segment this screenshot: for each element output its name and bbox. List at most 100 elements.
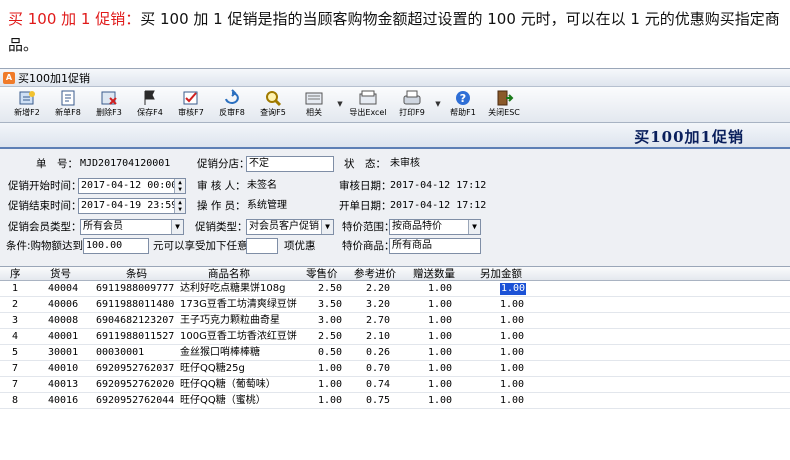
- row-extra-amount[interactable]: 1.00: [500, 377, 524, 393]
- unapprove-button[interactable]: 反审F8: [213, 89, 251, 121]
- table-row[interactable]: 1 40004 6911988009777 达利好吃点糖果饼108g 2.50 2.20 1…: [0, 281, 790, 297]
- row-gift-qty: 1.00: [428, 395, 453, 406]
- start-time-field[interactable]: 2017-04-12 00:00 ▲ ▼: [78, 178, 186, 194]
- order-no-label: 单 号：: [36, 158, 78, 170]
- table-row[interactable]: 7 40013 6920952762020 旺仔QQ糖（葡萄味） 1.00 0.74 1.0…: [0, 377, 790, 393]
- help-icon: ?: [453, 89, 473, 107]
- close-button[interactable]: 关闭ESC: [485, 89, 523, 121]
- member-type-select[interactable]: 所有会员 ▼: [80, 219, 184, 235]
- table-row[interactable]: 4 40001 6911988011527 100G豆香工坊香浓红豆饼 2.50 2.10…: [0, 329, 790, 345]
- row-barcode: 6920952762020: [96, 379, 175, 390]
- new-button[interactable]: 新增F2: [8, 89, 46, 121]
- row-ref-cost: 2.10: [366, 331, 391, 342]
- col-extra-amount[interactable]: 另加金额: [480, 267, 522, 281]
- related-button[interactable]: 相关: [295, 89, 333, 121]
- save-icon: [140, 89, 160, 107]
- row-seq: 4: [12, 331, 19, 342]
- print-button[interactable]: 打印F9: [393, 89, 431, 121]
- row-code: 40001: [48, 331, 79, 342]
- col-retail-price[interactable]: 零售价: [306, 267, 338, 281]
- col-barcode[interactable]: 条码: [126, 267, 147, 281]
- table-row[interactable]: 2 40006 6911988011480 173G豆香工坊清爽绿豆饼 3.50 3.20…: [0, 297, 790, 313]
- col-name[interactable]: 商品名称: [208, 267, 250, 281]
- row-extra-amount[interactable]: 1.00: [500, 313, 524, 329]
- promo-type-label: 促销类型：: [195, 221, 248, 233]
- related-icon: [304, 89, 324, 107]
- status-label: 状 态：: [344, 158, 386, 170]
- row-gift-qty: 1.00: [428, 315, 453, 326]
- chevron-down-icon[interactable]: ▼: [171, 220, 183, 234]
- delete-icon: [99, 89, 119, 107]
- start-time-label: 促销开始时间：: [8, 180, 82, 192]
- row-extra-amount[interactable]: 1.00: [500, 283, 527, 295]
- grid-body: 1 40004 6911988009777 达利好吃点糖果饼108g 2.50 2.20 1…: [0, 281, 790, 409]
- row-extra-amount[interactable]: 1.00: [500, 393, 524, 409]
- col-gift-qty[interactable]: 赠送数量: [413, 267, 455, 281]
- enjoy-count-field[interactable]: [246, 238, 278, 254]
- condition-amount-field[interactable]: 100.00: [83, 238, 149, 254]
- row-seq: 3: [12, 315, 19, 326]
- start-time-spinner[interactable]: ▲ ▼: [174, 179, 185, 193]
- col-code[interactable]: 货号: [50, 267, 71, 281]
- member-type-label: 促销会员类型：: [8, 221, 82, 233]
- unapprove-icon: [222, 89, 242, 107]
- create-date-value: 2017-04-12 17:12: [390, 200, 487, 211]
- table-row[interactable]: 7 40010 6920952762037 旺仔QQ糖25g 1.00 0.70 1.00 1…: [0, 361, 790, 377]
- promo-type-select[interactable]: 对会员客户促销 ▼: [246, 219, 334, 235]
- branch-field[interactable]: 不定: [246, 156, 334, 172]
- approve-button[interactable]: 审核F7: [172, 89, 210, 121]
- toolbar: 新增F2 新单F8 删除F3 保存F4 审核F7 反审F8 查询F5 相关 ▼ …: [0, 87, 790, 123]
- end-time-spinner[interactable]: ▲ ▼: [174, 199, 185, 213]
- row-code: 40004: [48, 283, 79, 294]
- col-ref-cost[interactable]: 参考进价: [354, 267, 396, 281]
- new-order-icon: [58, 89, 78, 107]
- status-value: 未审核: [390, 158, 420, 169]
- row-name: 金丝猴口哨棒棒糖: [180, 347, 260, 358]
- table-row[interactable]: 5 30001 00030001 金丝猴口哨棒棒糖 0.50 0.26 1.00 1.00: [0, 345, 790, 361]
- chevron-down-icon[interactable]: ▼: [321, 220, 333, 234]
- price-scope-select[interactable]: 按商品特价 ▼: [389, 219, 481, 235]
- delete-button[interactable]: 删除F3: [90, 89, 128, 121]
- app-icon: A: [3, 71, 15, 84]
- query-button[interactable]: 查询F5: [254, 89, 292, 121]
- row-extra-amount[interactable]: 1.00: [500, 297, 524, 313]
- col-seq[interactable]: 序: [10, 267, 21, 281]
- row-gift-qty: 1.00: [428, 331, 453, 342]
- export-excel-button[interactable]: 导出Excel: [346, 89, 390, 121]
- row-extra-amount[interactable]: 1.00: [500, 361, 524, 377]
- new-order-button[interactable]: 新单F8: [49, 89, 87, 121]
- approve-icon: [181, 89, 201, 107]
- row-name: 旺仔QQ糖（蜜桃）: [180, 395, 266, 406]
- row-gift-qty: 1.00: [428, 347, 453, 358]
- row-code: 40008: [48, 315, 79, 326]
- row-seq: 7: [12, 379, 19, 390]
- row-code: 40016: [48, 395, 79, 406]
- row-retail-price: 2.50: [318, 331, 343, 342]
- related-dropdown-arrow[interactable]: ▼: [336, 89, 344, 119]
- table-row[interactable]: 3 40008 6904682123207 王子巧克力颗粒曲奇星 3.00 2.70 1.0…: [0, 313, 790, 329]
- row-barcode: 6911988011527: [96, 331, 175, 342]
- row-code: 40006: [48, 299, 79, 310]
- approver-label: 审 核 人：: [197, 180, 246, 192]
- approver-value: 未签名: [247, 180, 277, 191]
- row-retail-price: 2.50: [318, 283, 343, 294]
- help-button[interactable]: ? 帮助F1: [444, 89, 482, 121]
- table-row[interactable]: 8 40016 6920952762044 旺仔QQ糖（蜜桃） 1.00 0.75 1.00…: [0, 393, 790, 409]
- approve-date-value: 2017-04-12 17:12: [390, 180, 487, 191]
- end-time-field[interactable]: 2017-04-19 23:59 ▲ ▼: [78, 198, 186, 214]
- operator-value: 系统管理: [247, 200, 287, 211]
- row-barcode: 00030001: [96, 347, 145, 358]
- row-extra-amount[interactable]: 1.00: [500, 345, 524, 361]
- goods-grid: 序 货号 条码 商品名称 零售价 参考进价 赠送数量 另加金额 1 40004 69…: [0, 266, 790, 460]
- chevron-down-icon[interactable]: ▼: [468, 220, 480, 234]
- row-extra-amount[interactable]: 1.00: [500, 329, 524, 345]
- search-icon: [263, 89, 283, 107]
- row-seq: 5: [12, 347, 19, 358]
- row-ref-cost: 0.75: [366, 395, 391, 406]
- save-button[interactable]: 保存F4: [131, 89, 169, 121]
- print-dropdown-arrow[interactable]: ▼: [434, 89, 442, 119]
- row-code: 40013: [48, 379, 79, 390]
- special-goods-field[interactable]: 所有商品: [389, 238, 481, 254]
- row-retail-price: 3.50: [318, 299, 343, 310]
- new-doc-icon: [17, 89, 37, 107]
